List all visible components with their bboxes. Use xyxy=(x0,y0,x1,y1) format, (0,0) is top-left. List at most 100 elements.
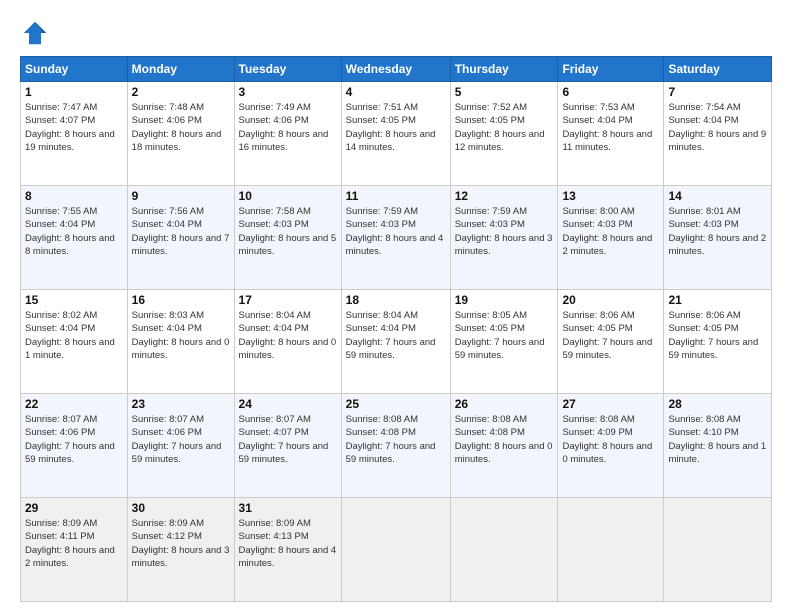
day-detail: Sunrise: 8:06 AMSunset: 4:05 PMDaylight:… xyxy=(668,309,767,362)
day-detail: Sunrise: 8:07 AMSunset: 4:06 PMDaylight:… xyxy=(132,413,230,466)
table-row: 20 Sunrise: 8:06 AMSunset: 4:05 PMDayligh… xyxy=(558,290,664,394)
day-number: 3 xyxy=(239,85,337,99)
day-detail: Sunrise: 7:59 AMSunset: 4:03 PMDaylight:… xyxy=(346,205,446,258)
table-row: 18Sunrise: 8:04 AMSunset: 4:04 PMDayligh… xyxy=(341,290,450,394)
table-row: 13 Sunrise: 8:00 AMSunset: 4:03 PMDayligh… xyxy=(558,186,664,290)
table-row: 19 Sunrise: 8:05 AMSunset: 4:05 PMDayligh… xyxy=(450,290,558,394)
day-detail: Sunrise: 7:51 AMSunset: 4:05 PMDaylight:… xyxy=(346,101,446,154)
table-row: 29 Sunrise: 8:09 AMSunset: 4:11 PMDayligh… xyxy=(21,498,128,602)
day-number: 14 xyxy=(668,189,767,203)
table-row: 17 Sunrise: 8:04 AMSunset: 4:04 PMDayligh… xyxy=(234,290,341,394)
day-detail: Sunrise: 8:04 AMSunset: 4:04 PMDaylight:… xyxy=(239,309,337,362)
table-row: 7 Sunrise: 7:54 AMSunset: 4:04 PMDaylight… xyxy=(664,82,772,186)
day-detail: Sunrise: 7:54 AMSunset: 4:04 PMDaylight:… xyxy=(668,101,767,154)
table-row: 28 Sunrise: 8:08 AMSunset: 4:10 PMDayligh… xyxy=(664,394,772,498)
logo-icon xyxy=(20,18,50,48)
day-detail: Sunrise: 8:09 AMSunset: 4:13 PMDaylight:… xyxy=(239,517,337,570)
day-detail: Sunrise: 8:05 AMSunset: 4:05 PMDaylight:… xyxy=(455,309,554,362)
day-number: 1 xyxy=(25,85,123,99)
calendar-table: Sunday Monday Tuesday Wednesday Thursday… xyxy=(20,56,772,602)
day-number: 8 xyxy=(25,189,123,203)
col-sunday: Sunday xyxy=(21,57,128,82)
table-row: 22 Sunrise: 8:07 AMSunset: 4:06 PMDayligh… xyxy=(21,394,128,498)
col-saturday: Saturday xyxy=(664,57,772,82)
day-number: 22 xyxy=(25,397,123,411)
day-detail: Sunrise: 7:47 AMSunset: 4:07 PMDaylight:… xyxy=(25,101,123,154)
day-detail: Sunrise: 7:58 AMSunset: 4:03 PMDaylight:… xyxy=(239,205,337,258)
day-number: 12 xyxy=(455,189,554,203)
table-row: 16Sunrise: 8:03 AMSunset: 4:04 PMDayligh… xyxy=(127,290,234,394)
day-number: 11 xyxy=(346,189,446,203)
col-monday: Monday xyxy=(127,57,234,82)
day-number: 15 xyxy=(25,293,123,307)
table-row: 1 Sunrise: 7:47 AMSunset: 4:07 PMDaylight… xyxy=(21,82,128,186)
table-row: 11 Sunrise: 7:59 AMSunset: 4:03 PMDayligh… xyxy=(341,186,450,290)
table-row xyxy=(664,498,772,602)
day-detail: Sunrise: 8:02 AMSunset: 4:04 PMDaylight:… xyxy=(25,309,123,362)
day-number: 26 xyxy=(455,397,554,411)
day-number: 2 xyxy=(132,85,230,99)
table-row: 26 Sunrise: 8:08 AMSunset: 4:08 PMDayligh… xyxy=(450,394,558,498)
table-row: 21 Sunrise: 8:06 AMSunset: 4:05 PMDayligh… xyxy=(664,290,772,394)
col-wednesday: Wednesday xyxy=(341,57,450,82)
header xyxy=(20,18,772,48)
day-number: 30 xyxy=(132,501,230,515)
day-number: 9 xyxy=(132,189,230,203)
table-row xyxy=(341,498,450,602)
table-row: 2 Sunrise: 7:48 AMSunset: 4:06 PMDaylight… xyxy=(127,82,234,186)
day-detail: Sunrise: 8:08 AMSunset: 4:10 PMDaylight:… xyxy=(668,413,767,466)
table-row: 30Sunrise: 8:09 AMSunset: 4:12 PMDayligh… xyxy=(127,498,234,602)
day-detail: Sunrise: 8:06 AMSunset: 4:05 PMDaylight:… xyxy=(562,309,659,362)
day-number: 16 xyxy=(132,293,230,307)
table-row: 15 Sunrise: 8:02 AMSunset: 4:04 PMDayligh… xyxy=(21,290,128,394)
day-detail: Sunrise: 8:07 AMSunset: 4:06 PMDaylight:… xyxy=(25,413,123,466)
day-detail: Sunrise: 7:53 AMSunset: 4:04 PMDaylight:… xyxy=(562,101,659,154)
day-detail: Sunrise: 7:52 AMSunset: 4:05 PMDaylight:… xyxy=(455,101,554,154)
calendar-week-row: 15 Sunrise: 8:02 AMSunset: 4:04 PMDayligh… xyxy=(21,290,772,394)
day-number: 4 xyxy=(346,85,446,99)
day-number: 27 xyxy=(562,397,659,411)
table-row xyxy=(450,498,558,602)
day-detail: Sunrise: 7:49 AMSunset: 4:06 PMDaylight:… xyxy=(239,101,337,154)
calendar-week-row: 8Sunrise: 7:55 AMSunset: 4:04 PMDaylight… xyxy=(21,186,772,290)
calendar-header-row: Sunday Monday Tuesday Wednesday Thursday… xyxy=(21,57,772,82)
day-detail: Sunrise: 8:08 AMSunset: 4:09 PMDaylight:… xyxy=(562,413,659,466)
calendar-week-row: 22 Sunrise: 8:07 AMSunset: 4:06 PMDayligh… xyxy=(21,394,772,498)
day-number: 5 xyxy=(455,85,554,99)
table-row: 5 Sunrise: 7:52 AMSunset: 4:05 PMDaylight… xyxy=(450,82,558,186)
table-row: 25 Sunrise: 8:08 AMSunset: 4:08 PMDayligh… xyxy=(341,394,450,498)
table-row: 31 Sunrise: 8:09 AMSunset: 4:13 PMDayligh… xyxy=(234,498,341,602)
day-detail: Sunrise: 7:48 AMSunset: 4:06 PMDaylight:… xyxy=(132,101,230,154)
day-number: 10 xyxy=(239,189,337,203)
table-row: 4 Sunrise: 7:51 AMSunset: 4:05 PMDaylight… xyxy=(341,82,450,186)
table-row: 12 Sunrise: 7:59 AMSunset: 4:03 PMDayligh… xyxy=(450,186,558,290)
table-row: 23Sunrise: 8:07 AMSunset: 4:06 PMDayligh… xyxy=(127,394,234,498)
table-row: 14 Sunrise: 8:01 AMSunset: 4:03 PMDayligh… xyxy=(664,186,772,290)
day-detail: Sunrise: 8:01 AMSunset: 4:03 PMDaylight:… xyxy=(668,205,767,258)
calendar-week-row: 1 Sunrise: 7:47 AMSunset: 4:07 PMDaylight… xyxy=(21,82,772,186)
day-detail: Sunrise: 8:08 AMSunset: 4:08 PMDaylight:… xyxy=(455,413,554,466)
day-detail: Sunrise: 8:08 AMSunset: 4:08 PMDaylight:… xyxy=(346,413,446,466)
table-row xyxy=(558,498,664,602)
table-row: 8Sunrise: 7:55 AMSunset: 4:04 PMDaylight… xyxy=(21,186,128,290)
day-detail: Sunrise: 7:59 AMSunset: 4:03 PMDaylight:… xyxy=(455,205,554,258)
table-row: 24Sunrise: 8:07 AMSunset: 4:07 PMDayligh… xyxy=(234,394,341,498)
day-number: 29 xyxy=(25,501,123,515)
day-number: 19 xyxy=(455,293,554,307)
day-number: 28 xyxy=(668,397,767,411)
table-row: 10 Sunrise: 7:58 AMSunset: 4:03 PMDayligh… xyxy=(234,186,341,290)
day-detail: Sunrise: 8:07 AMSunset: 4:07 PMDaylight:… xyxy=(239,413,337,466)
day-detail: Sunrise: 8:09 AMSunset: 4:11 PMDaylight:… xyxy=(25,517,123,570)
day-number: 21 xyxy=(668,293,767,307)
day-number: 20 xyxy=(562,293,659,307)
day-number: 17 xyxy=(239,293,337,307)
day-number: 13 xyxy=(562,189,659,203)
day-number: 7 xyxy=(668,85,767,99)
table-row: 6Sunrise: 7:53 AMSunset: 4:04 PMDaylight… xyxy=(558,82,664,186)
day-number: 31 xyxy=(239,501,337,515)
page: Sunday Monday Tuesday Wednesday Thursday… xyxy=(0,0,792,612)
col-thursday: Thursday xyxy=(450,57,558,82)
day-detail: Sunrise: 8:00 AMSunset: 4:03 PMDaylight:… xyxy=(562,205,659,258)
calendar-week-row: 29 Sunrise: 8:09 AMSunset: 4:11 PMDayligh… xyxy=(21,498,772,602)
day-number: 25 xyxy=(346,397,446,411)
